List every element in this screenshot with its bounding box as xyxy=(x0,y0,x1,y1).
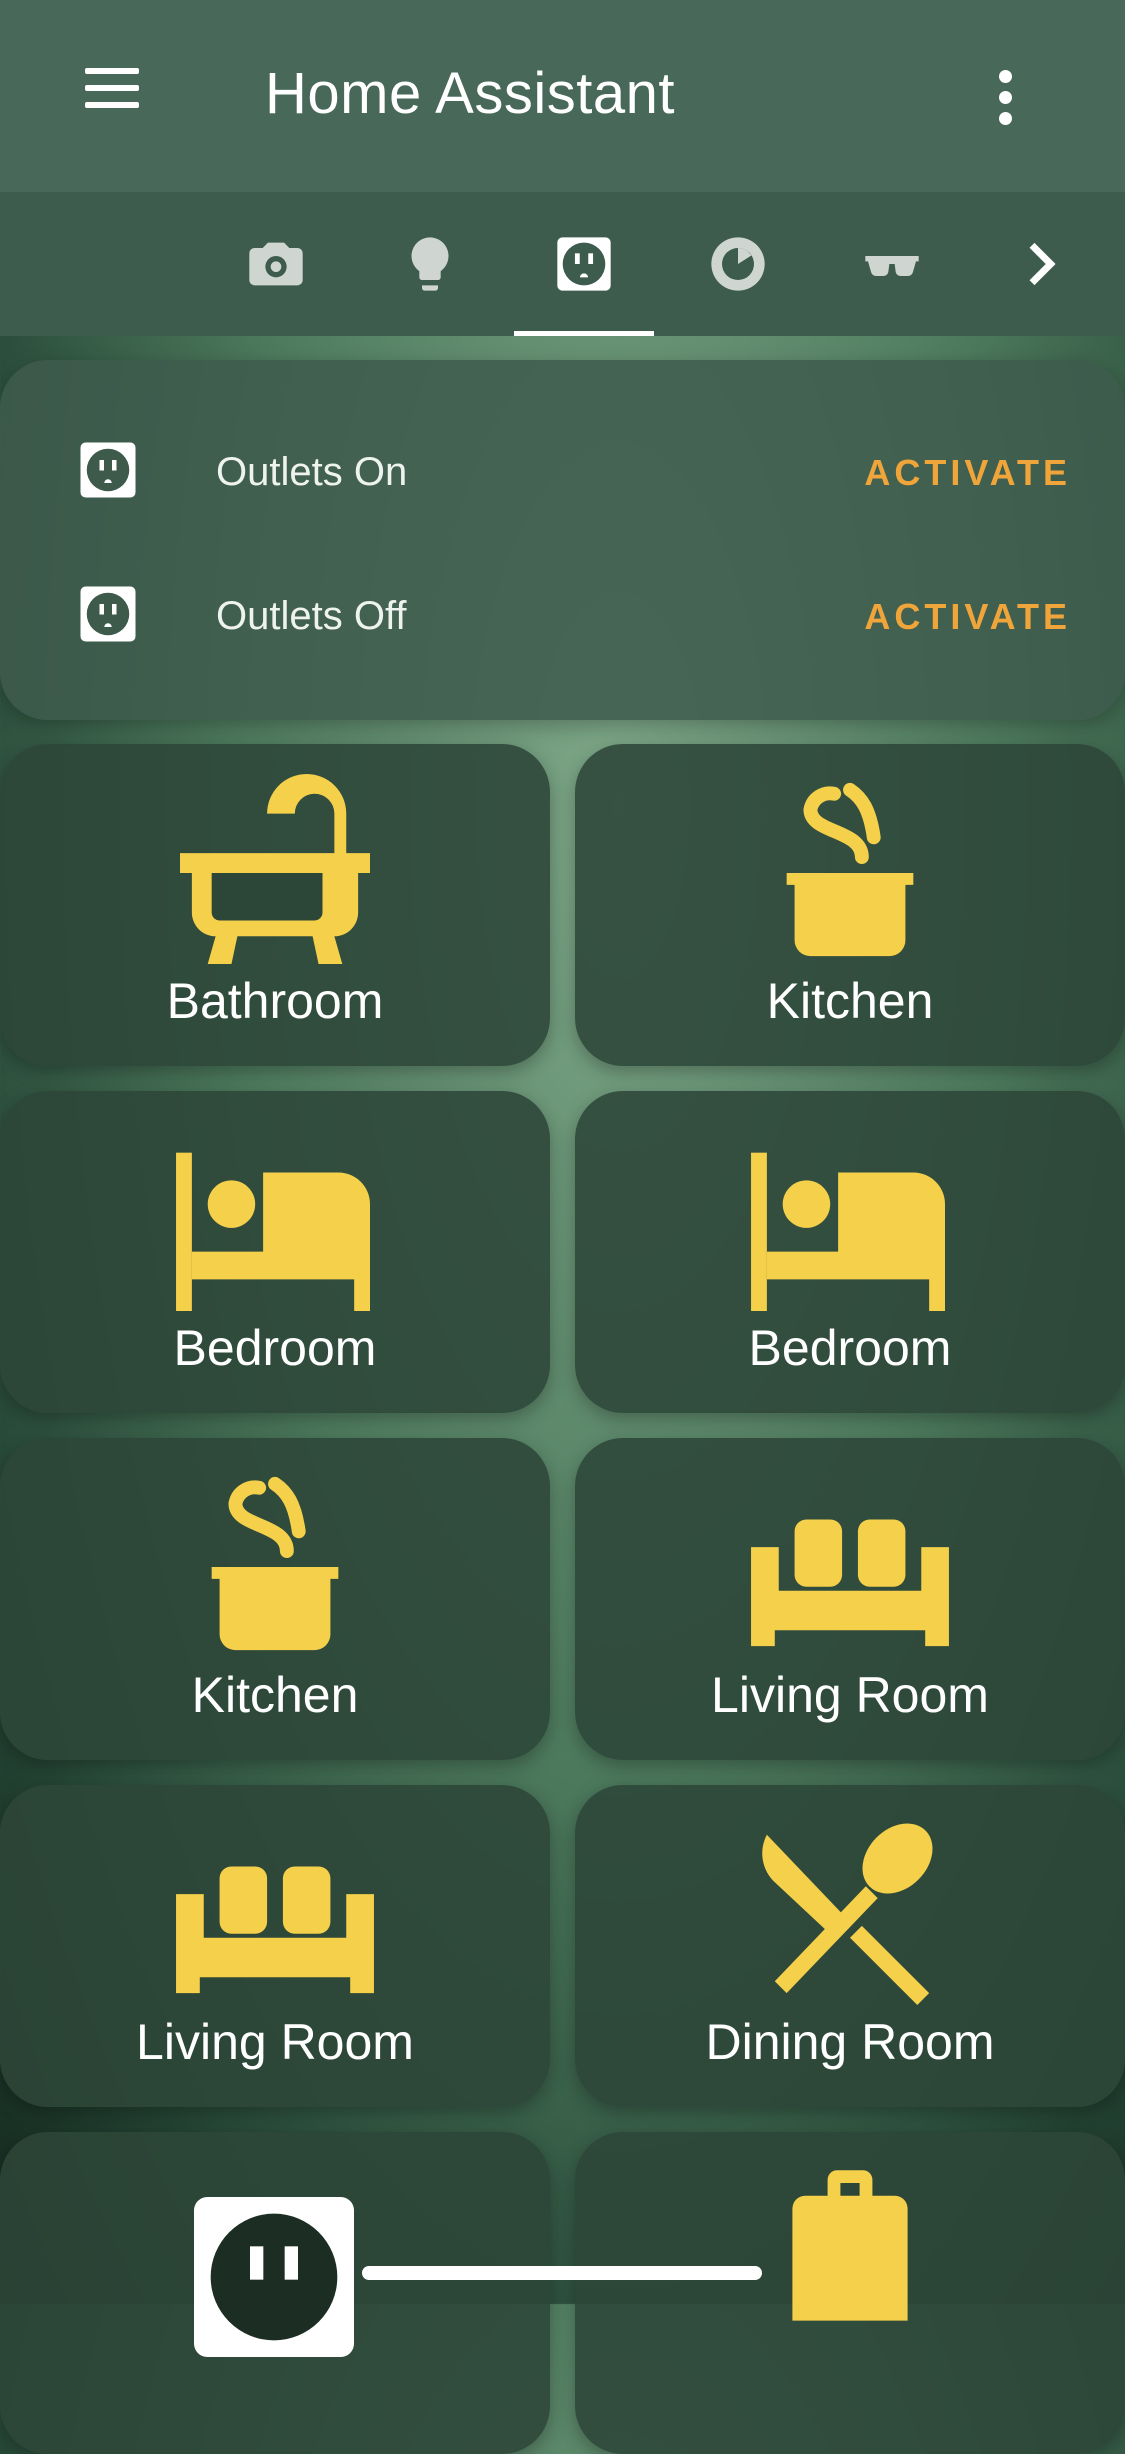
bag-icon xyxy=(792,2170,908,2321)
room-label: Dining Room xyxy=(705,2014,995,2070)
camera-icon xyxy=(249,242,303,286)
power-outlet-icon xyxy=(557,237,611,291)
power-outlet-icon xyxy=(194,2197,354,2357)
tab-lights[interactable] xyxy=(360,192,500,336)
scenes-card: Outlets On ACTIVATE Outlets Off ACTIVATE xyxy=(0,360,1125,720)
room-card-bathroom[interactable]: Bathroom xyxy=(0,744,550,1066)
scene-label: Outlets On xyxy=(216,450,408,494)
sofa-icon xyxy=(751,1519,949,1647)
activate-button[interactable]: ACTIVATE xyxy=(864,596,1071,638)
tab-outlets[interactable] xyxy=(514,192,654,336)
room-label: Kitchen xyxy=(766,973,934,1029)
lightbulb-icon xyxy=(411,237,449,291)
app-header: Home Assistant xyxy=(0,0,1125,192)
pot-steam-icon xyxy=(786,782,914,957)
bathtub-icon xyxy=(180,774,370,964)
view-tabs xyxy=(0,192,1125,336)
room-label: Living Room xyxy=(711,1667,989,1723)
bed-icon xyxy=(751,1152,945,1311)
room-card-living-room[interactable]: Living Room xyxy=(575,1438,1125,1760)
room-card-kitchen[interactable]: Kitchen xyxy=(575,744,1125,1066)
tab-more[interactable] xyxy=(970,192,1110,336)
room-card[interactable] xyxy=(0,2132,550,2454)
room-card-dining-room[interactable]: Dining Room xyxy=(575,1785,1125,2107)
room-label: Living Room xyxy=(136,2014,414,2070)
tab-vacuum[interactable] xyxy=(668,192,808,336)
room-label: Bedroom xyxy=(173,1320,377,1376)
room-card-living-room[interactable]: Living Room xyxy=(0,1785,550,2107)
chevron-right-icon xyxy=(1029,242,1056,286)
activate-button[interactable]: ACTIVATE xyxy=(864,452,1071,494)
room-card-bedroom[interactable]: Bedroom xyxy=(0,1091,550,1413)
more-vertical-icon[interactable] xyxy=(992,70,1018,126)
power-outlet-icon xyxy=(80,586,136,642)
room-label: Kitchen xyxy=(191,1667,359,1723)
hamburger-menu-icon[interactable] xyxy=(85,68,155,128)
sofa-icon xyxy=(176,1866,374,1994)
page-title: Home Assistant xyxy=(265,61,675,126)
room-card-bedroom[interactable]: Bedroom xyxy=(575,1091,1125,1413)
scene-label: Outlets Off xyxy=(216,594,407,638)
scene-row[interactable]: Outlets Off ACTIVATE xyxy=(0,564,1125,664)
robot-vacuum-icon xyxy=(711,237,765,291)
glasses-icon xyxy=(865,256,919,277)
scene-row[interactable]: Outlets On ACTIVATE xyxy=(0,420,1125,520)
power-outlet-icon xyxy=(80,442,136,498)
home-indicator[interactable] xyxy=(362,2266,762,2280)
room-label: Bedroom xyxy=(748,1320,952,1376)
room-card-kitchen[interactable]: Kitchen xyxy=(0,1438,550,1760)
room-card[interactable] xyxy=(575,2132,1125,2454)
room-label: Bathroom xyxy=(166,973,384,1029)
tab-camera[interactable] xyxy=(206,192,346,336)
pot-steam-icon xyxy=(211,1476,339,1651)
bed-icon xyxy=(176,1152,370,1311)
tab-glasses[interactable] xyxy=(822,192,962,336)
silverware-icon xyxy=(762,1823,933,2005)
